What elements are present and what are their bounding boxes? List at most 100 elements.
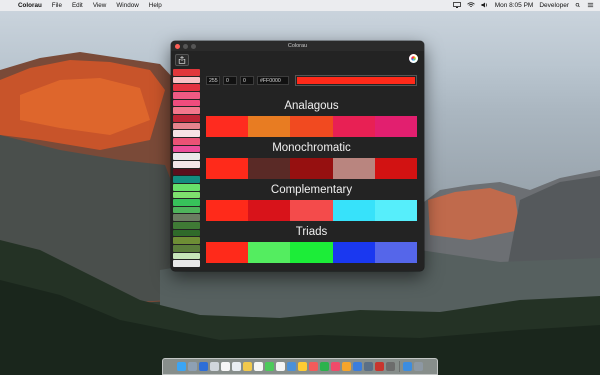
saved-swatch[interactable] (173, 76, 200, 84)
saved-swatch[interactable] (173, 122, 200, 130)
dock-app-icon[interactable] (264, 361, 275, 372)
palette-swatch[interactable] (206, 116, 249, 137)
wifi-icon[interactable] (466, 1, 475, 10)
dock-app-icon[interactable] (402, 361, 413, 372)
saved-swatch[interactable] (173, 114, 200, 122)
dock-app-icon[interactable] (385, 361, 396, 372)
saved-swatch[interactable] (173, 153, 200, 160)
saved-swatch[interactable] (173, 260, 200, 268)
green-input[interactable]: 0 (223, 76, 237, 85)
dock-app-icon[interactable] (275, 361, 286, 372)
title-bar[interactable]: Colorau (171, 41, 424, 51)
palette-swatch[interactable] (290, 242, 333, 263)
menu-view[interactable]: View (88, 2, 112, 9)
saved-swatch[interactable] (173, 69, 200, 76)
dock-app-icon[interactable] (198, 361, 209, 372)
saved-swatch[interactable] (173, 99, 200, 107)
saved-swatch[interactable] (173, 130, 200, 137)
saved-swatch[interactable] (173, 137, 200, 145)
dock-app-icon[interactable] (363, 361, 374, 372)
color-wheel-icon[interactable] (409, 54, 418, 63)
triads-section: Triads (206, 225, 418, 263)
saved-swatch[interactable] (173, 252, 200, 260)
dock (162, 358, 438, 375)
dock-app-icon[interactable] (330, 361, 341, 372)
dock-app-icon[interactable] (374, 361, 385, 372)
palette-swatch[interactable] (248, 158, 291, 179)
saved-swatch[interactable] (173, 84, 200, 91)
saved-swatch[interactable] (173, 160, 200, 168)
hex-input[interactable]: #FF0000 (257, 76, 289, 85)
spotlight-search-icon[interactable] (575, 2, 581, 10)
clock-text[interactable]: Mon 8:05 PM (495, 2, 534, 9)
close-window-button[interactable] (175, 43, 180, 49)
dock-app-icon[interactable] (352, 361, 363, 372)
saved-swatch[interactable] (173, 145, 200, 153)
saved-swatch[interactable] (173, 229, 200, 237)
palette-swatch[interactable] (332, 116, 375, 137)
palette-swatch[interactable] (206, 158, 249, 179)
saved-swatch[interactable] (173, 183, 200, 191)
current-color-preview[interactable] (295, 75, 417, 86)
zoom-window-button[interactable] (191, 43, 196, 49)
saved-swatch[interactable] (173, 199, 200, 206)
dock-app-icon[interactable] (220, 361, 231, 372)
current-color-fill (297, 77, 415, 84)
palette-swatch[interactable] (332, 242, 375, 263)
menu-app-name[interactable]: Colorau (16, 2, 47, 9)
red-input[interactable]: 255 (206, 76, 220, 85)
dock-app-icon[interactable] (286, 361, 297, 372)
saved-swatch[interactable] (173, 91, 200, 99)
saved-swatch[interactable] (173, 107, 200, 114)
palette-swatch[interactable] (374, 158, 418, 179)
menu-help[interactable]: Help (144, 2, 167, 9)
user-name[interactable]: Developer (539, 2, 569, 9)
volume-icon[interactable] (481, 2, 489, 10)
menu-edit[interactable]: Edit (67, 2, 88, 9)
palette-swatch[interactable] (374, 116, 418, 137)
triads-title: Triads (295, 226, 328, 238)
palette-swatch[interactable] (206, 200, 249, 221)
dock-app-icon[interactable] (187, 361, 198, 372)
palette-swatch[interactable] (332, 200, 375, 221)
palette-swatch[interactable] (374, 242, 418, 263)
saved-swatch[interactable] (173, 168, 200, 176)
saved-swatch[interactable] (173, 237, 200, 245)
dock-app-icon[interactable] (413, 361, 424, 372)
dock-app-icon[interactable] (341, 361, 352, 372)
saved-swatch[interactable] (173, 214, 200, 222)
palette-swatch[interactable] (248, 200, 291, 221)
dock-app-icon[interactable] (319, 361, 330, 372)
palette-swatch[interactable] (374, 200, 418, 221)
dock-app-icon[interactable] (231, 361, 242, 372)
share-icon (178, 56, 186, 64)
palette-swatch[interactable] (332, 158, 375, 179)
colorau-window: Colorau 255 0 0 #FF0000 Analagous Monoch… (171, 41, 424, 271)
dock-app-icon[interactable] (308, 361, 319, 372)
palette-swatch[interactable] (248, 242, 291, 263)
dock-app-icon[interactable] (242, 361, 253, 372)
share-button[interactable] (175, 54, 189, 66)
menu-file[interactable]: File (47, 2, 67, 9)
saved-swatch[interactable] (173, 176, 200, 183)
notification-center-icon[interactable] (587, 2, 594, 10)
dock-app-icon[interactable] (176, 361, 187, 372)
palette-swatch[interactable] (290, 116, 333, 137)
menu-window[interactable]: Window (111, 2, 143, 9)
monochromatic-section: Monochromatic (206, 141, 418, 179)
saved-swatch[interactable] (173, 245, 200, 252)
palette-swatch[interactable] (206, 242, 249, 263)
palette-swatch[interactable] (248, 116, 291, 137)
saved-swatch[interactable] (173, 191, 200, 199)
palette-swatch[interactable] (290, 200, 333, 221)
saved-swatch[interactable] (173, 222, 200, 229)
complementary-section: Complementary (206, 183, 418, 221)
blue-input[interactable]: 0 (240, 76, 254, 85)
palette-swatch[interactable] (290, 158, 333, 179)
dock-app-icon[interactable] (297, 361, 308, 372)
saved-swatch[interactable] (173, 206, 200, 214)
display-icon[interactable] (452, 1, 461, 10)
minimize-window-button[interactable] (183, 43, 188, 49)
dock-app-icon[interactable] (253, 361, 264, 372)
dock-app-icon[interactable] (209, 361, 220, 372)
